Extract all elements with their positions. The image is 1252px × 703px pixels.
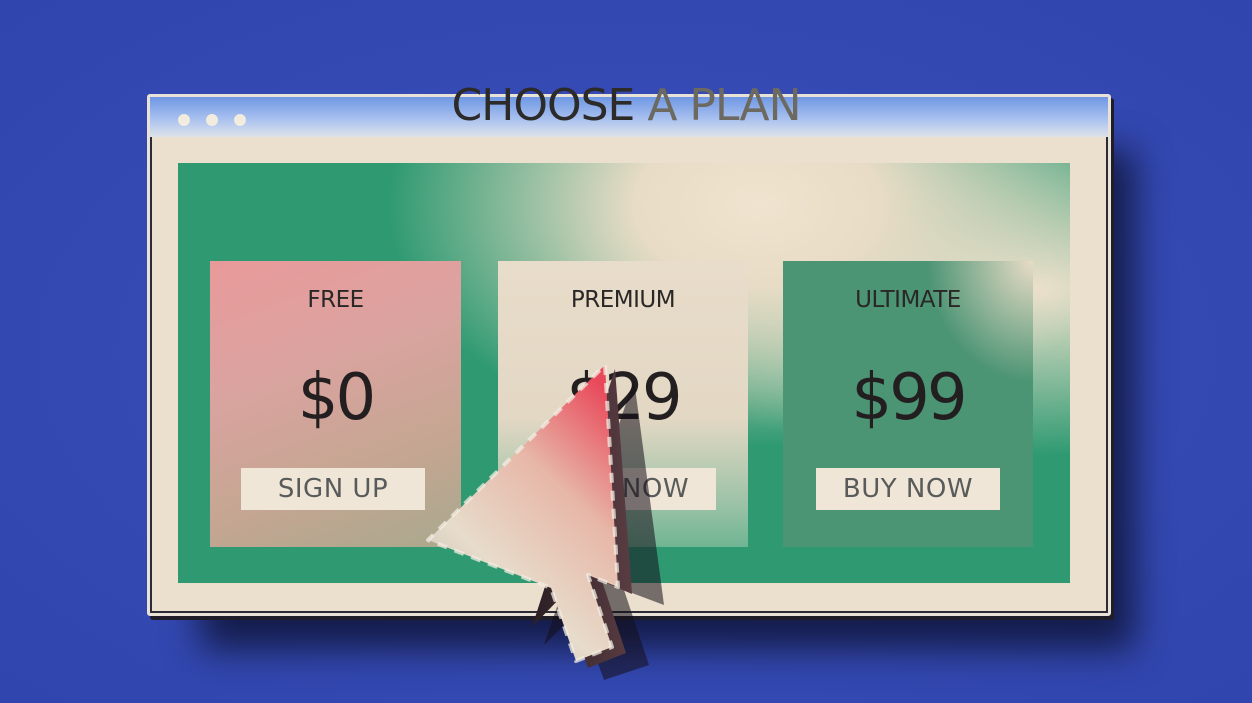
plan-price: $99 bbox=[851, 361, 967, 435]
title-words-a-plan: A PLAN bbox=[647, 80, 801, 131]
page-title: CHOOSE A PLAN bbox=[0, 80, 1252, 131]
plan-name: FREE bbox=[307, 287, 364, 313]
plan-name: PREMIUM bbox=[570, 287, 676, 313]
sign-up-button[interactable]: SIGN UP bbox=[241, 468, 425, 510]
title-word-choose: CHOOSE bbox=[451, 80, 636, 131]
plan-name: ULTIMATE bbox=[855, 287, 961, 313]
plan-card-ultimate: ULTIMATE $99 BUY NOW bbox=[783, 261, 1033, 547]
mouse-pointer-icon bbox=[426, 363, 664, 680]
buy-now-button-ultimate[interactable]: BUY NOW bbox=[816, 468, 1000, 510]
